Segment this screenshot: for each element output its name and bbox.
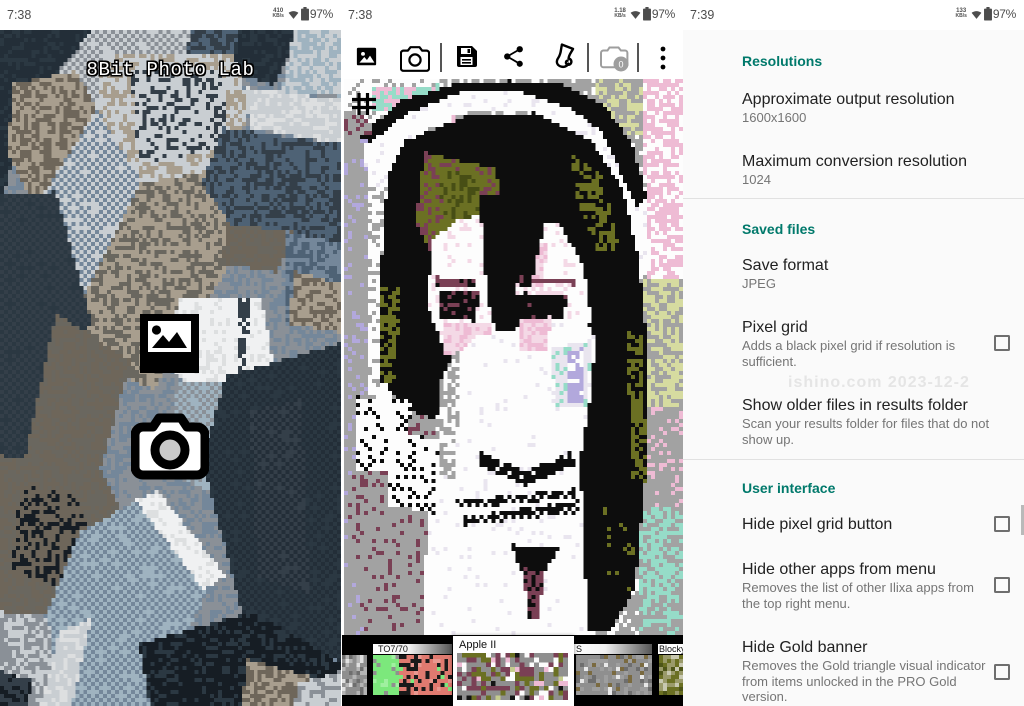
svg-text:0: 0 [618,60,623,70]
